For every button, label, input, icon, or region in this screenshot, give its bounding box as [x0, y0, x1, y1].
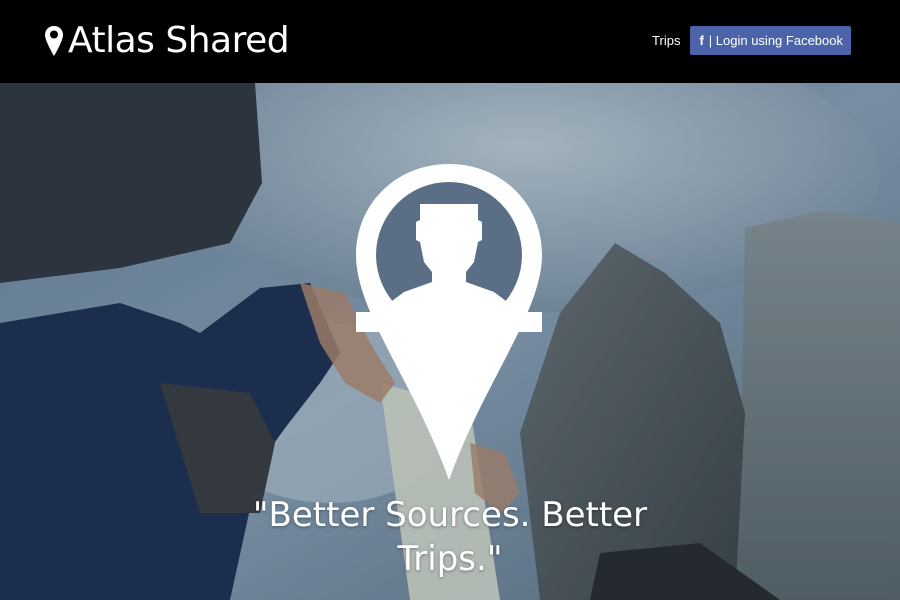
- map-pin-person-icon: [356, 164, 542, 480]
- nav-link-trips[interactable]: Trips: [652, 33, 680, 48]
- page: Atlas Shared Trips f | Login using Faceb…: [0, 0, 900, 600]
- hero-section: "Better Sources. Better Trips.": [0, 83, 900, 600]
- hero-tagline: "Better Sources. Better Trips.": [252, 495, 648, 579]
- map-pin-icon: [45, 26, 63, 56]
- facebook-icon: f: [699, 33, 704, 48]
- brand-title: Atlas Shared: [68, 20, 290, 61]
- facebook-login-button[interactable]: f | Login using Facebook: [690, 26, 851, 55]
- brand-link[interactable]: Atlas Shared: [44, 19, 290, 63]
- facebook-login-label: | Login using Facebook: [708, 33, 843, 48]
- top-navbar: Atlas Shared Trips f | Login using Faceb…: [0, 0, 900, 83]
- nav-right: Trips f | Login using Facebook: [652, 26, 851, 55]
